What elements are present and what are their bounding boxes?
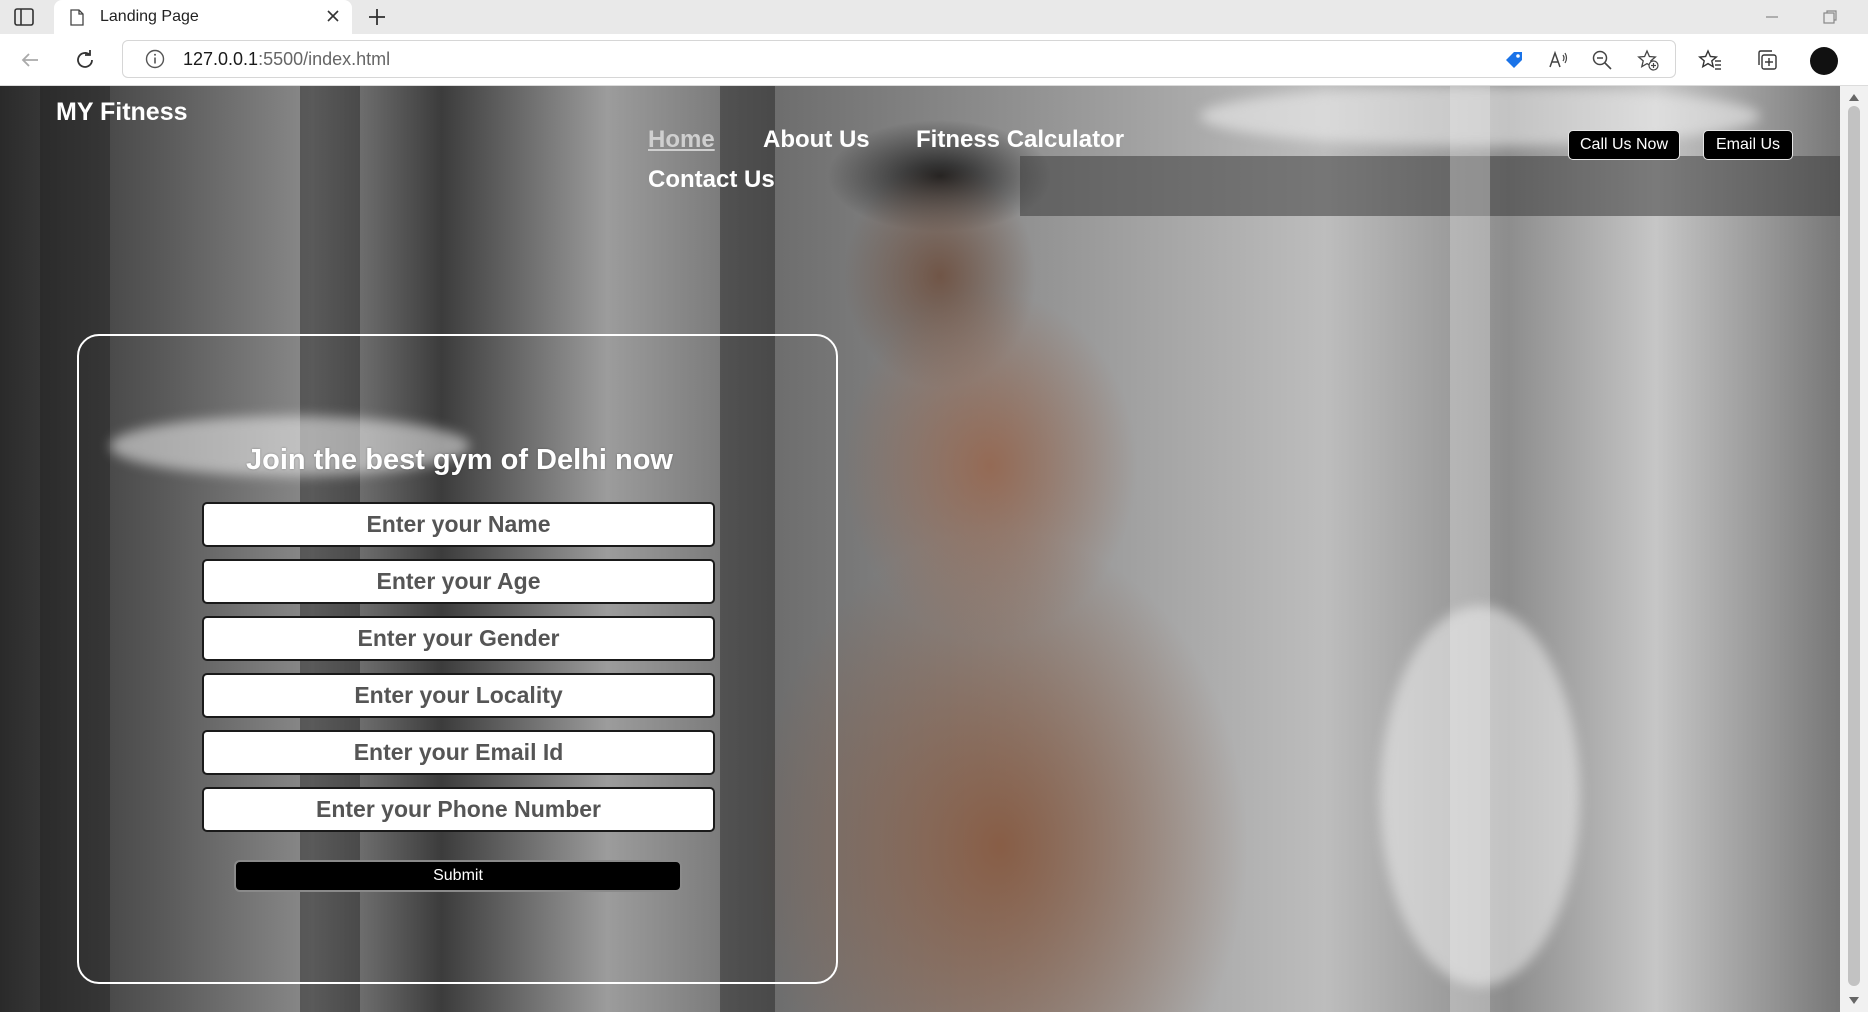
submit-button[interactable]: Submit (234, 860, 682, 892)
email-us-button[interactable]: Email Us (1703, 130, 1793, 160)
signup-heading: Join the best gym of Delhi now (246, 444, 673, 476)
browser-tab[interactable]: Landing Page (54, 0, 352, 34)
plus-icon[interactable] (367, 7, 387, 27)
gender-input[interactable] (202, 616, 715, 661)
scroll-thumb[interactable] (1848, 106, 1860, 986)
site-brand[interactable]: MY Fitness (56, 98, 188, 127)
restore-icon[interactable] (1821, 8, 1839, 26)
locality-input[interactable] (202, 673, 715, 718)
read-aloud-icon[interactable] (1547, 49, 1569, 71)
email-input[interactable] (202, 730, 715, 775)
star-plus-icon[interactable] (1637, 49, 1659, 71)
close-icon[interactable] (326, 9, 340, 23)
phone-input[interactable] (202, 787, 715, 832)
nav-fitness-calculator-link[interactable]: Fitness Calculator (916, 126, 1124, 154)
call-us-button[interactable]: Call Us Now (1568, 130, 1680, 160)
nav-about-link[interactable]: About Us (763, 126, 870, 154)
profile-avatar[interactable] (1810, 47, 1838, 75)
page-icon (70, 9, 84, 26)
tag-icon[interactable] (1503, 49, 1525, 71)
tab-strip: Landing Page (0, 0, 1868, 34)
sidebar-icon[interactable] (14, 8, 34, 26)
address-bar[interactable]: 127.0.0.1:5500/index.html (122, 40, 1676, 78)
scroll-down-icon[interactable] (1848, 996, 1860, 1006)
favorites-icon[interactable] (1698, 48, 1722, 72)
browser-toolbar: 127.0.0.1:5500/index.html (0, 34, 1868, 86)
page-viewport: MY Fitness Home About Us Fitness Calcula… (0, 86, 1840, 1012)
url-host: 127.0.0.1 (183, 49, 259, 69)
zoom-out-icon[interactable] (1591, 49, 1613, 71)
background-light (1380, 606, 1580, 986)
tab-title: Landing Page (100, 8, 199, 25)
nav-home-link[interactable]: Home (648, 126, 715, 154)
nav-contact-link[interactable]: Contact Us (648, 166, 775, 194)
page-scrollbar[interactable] (1840, 86, 1868, 1012)
name-input[interactable] (202, 502, 715, 547)
refresh-icon[interactable] (73, 48, 97, 72)
signup-card: Join the best gym of Delhi now Submit (77, 334, 838, 984)
collections-icon[interactable] (1755, 48, 1779, 72)
info-icon[interactable] (145, 49, 165, 69)
url-text: 127.0.0.1:5500/index.html (183, 49, 390, 70)
back-arrow-icon[interactable] (18, 48, 42, 72)
background-beam (1020, 156, 1840, 216)
url-path: :5500/index.html (258, 49, 391, 69)
scroll-up-icon[interactable] (1848, 92, 1860, 102)
age-input[interactable] (202, 559, 715, 604)
minimize-icon[interactable] (1763, 8, 1781, 26)
